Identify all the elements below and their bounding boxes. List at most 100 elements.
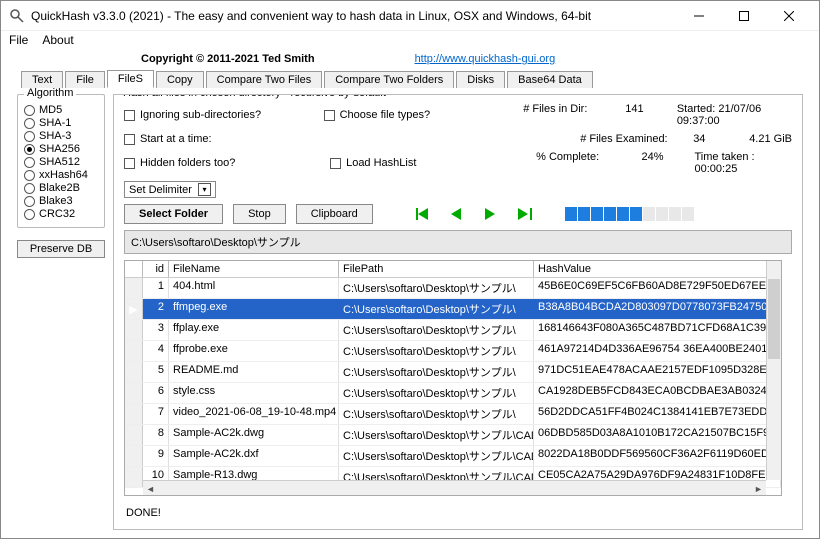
- algo-label: Blake2B: [39, 182, 80, 194]
- website-link[interactable]: http://www.quickhash-gui.org: [415, 53, 556, 65]
- start-time-label: Start at a time:: [140, 133, 212, 145]
- chevron-down-icon: ▾: [198, 183, 211, 196]
- table-row[interactable]: 4ffprobe.exeC:\Users\softaro\Desktop\サンプ…: [125, 341, 781, 362]
- close-button[interactable]: [766, 2, 811, 30]
- table-row[interactable]: 7video_2021-06-08_19-10-48.mp4C:\Users\s…: [125, 404, 781, 425]
- cell-filename: ffplay.exe: [169, 320, 339, 340]
- algo-radio-md5[interactable]: [24, 105, 35, 116]
- cell-hashvalue: 45B6E0C69EF5C6FB60AD8E729F50ED67EE2614F7…: [534, 278, 781, 298]
- algo-label: CRC32: [39, 208, 75, 220]
- cell-hashvalue: 971DC51EAE478ACAAE2157EDF1095D328E01391A…: [534, 362, 781, 382]
- table-row[interactable]: 9Sample-AC2k.dxfC:\Users\softaro\Desktop…: [125, 446, 781, 467]
- cell-id: 5: [143, 362, 169, 382]
- table-row[interactable]: 3ffplay.exeC:\Users\softaro\Desktop\サンプル…: [125, 320, 781, 341]
- col-filename-header[interactable]: FileName: [169, 261, 339, 277]
- tab-copy[interactable]: Copy: [156, 71, 204, 88]
- main-legend: Hash all files in chosen directory - rec…: [120, 94, 389, 99]
- clipboard-button[interactable]: Clipboard: [296, 204, 373, 224]
- tab-files[interactable]: FileS: [107, 70, 154, 88]
- tab-disks[interactable]: Disks: [456, 71, 505, 88]
- start-time-checkbox[interactable]: [124, 134, 135, 145]
- tab-compare-two-files[interactable]: Compare Two Files: [206, 71, 323, 88]
- tab-text[interactable]: Text: [21, 71, 63, 88]
- cell-filename: ffmpeg.exe: [169, 299, 339, 319]
- vertical-scrollbar[interactable]: [766, 261, 781, 480]
- col-id-header[interactable]: id: [143, 261, 169, 277]
- menu-about[interactable]: About: [42, 33, 73, 47]
- table-row[interactable]: 8Sample-AC2k.dwgC:\Users\softaro\Desktop…: [125, 425, 781, 446]
- hidden-folders-checkbox[interactable]: [124, 158, 135, 169]
- scroll-right-icon[interactable]: ►: [751, 481, 766, 496]
- hash-files-group: Hash all files in chosen directory - rec…: [113, 94, 803, 530]
- algo-radio-sha256[interactable]: [24, 144, 35, 155]
- load-hashlist-label: Load HashList: [346, 157, 416, 169]
- tab-file[interactable]: File: [65, 71, 105, 88]
- first-button[interactable]: [413, 207, 433, 221]
- delimiter-select[interactable]: Set Delimiter ▾: [124, 181, 216, 198]
- col-filepath-header[interactable]: FilePath: [339, 261, 534, 277]
- cell-id: 6: [143, 383, 169, 403]
- files-examined-label: # Files Examined:: [580, 133, 675, 145]
- status-text: DONE!: [124, 502, 792, 523]
- horizontal-scrollbar[interactable]: ◄ ►: [143, 480, 766, 495]
- cell-id: 9: [143, 446, 169, 466]
- stop-button[interactable]: Stop: [233, 204, 286, 224]
- algo-label: SHA-1: [39, 117, 71, 129]
- app-window: QuickHash v3.3.0 (2021) - The easy and c…: [0, 0, 820, 539]
- maximize-button[interactable]: [721, 2, 766, 30]
- choose-filetypes-checkbox[interactable]: [324, 110, 335, 121]
- menu-file[interactable]: File: [9, 33, 28, 47]
- files-in-dir-value: 141: [625, 103, 659, 127]
- row-marker: [125, 278, 143, 298]
- row-marker: [125, 341, 143, 361]
- ignore-subdirs-checkbox[interactable]: [124, 110, 135, 121]
- scroll-left-icon[interactable]: ◄: [143, 481, 158, 496]
- next-button[interactable]: [481, 207, 501, 221]
- hidden-folders-label: Hidden folders too?: [140, 157, 235, 169]
- algo-radio-sha512[interactable]: [24, 157, 35, 168]
- tab-compare-two-folders[interactable]: Compare Two Folders: [324, 71, 454, 88]
- progress-bar: [565, 207, 694, 221]
- table-row[interactable]: 1404.htmlC:\Users\softaro\Desktop\サンプル\4…: [125, 278, 781, 299]
- size-label: 4.21 GiB: [749, 133, 792, 145]
- algo-radio-sha-1[interactable]: [24, 118, 35, 129]
- row-marker: [125, 404, 143, 424]
- preserve-db-button[interactable]: Preserve DB: [17, 240, 105, 258]
- algo-radio-sha-3[interactable]: [24, 131, 35, 142]
- table-row[interactable]: 5README.mdC:\Users\softaro\Desktop\サンプル\…: [125, 362, 781, 383]
- algo-radio-crc32[interactable]: [24, 209, 35, 220]
- col-hashvalue-header[interactable]: HashValue: [534, 261, 781, 277]
- tab-base64-data[interactable]: Base64 Data: [507, 71, 593, 88]
- table-row[interactable]: 6style.cssC:\Users\softaro\Desktop\サンプル\…: [125, 383, 781, 404]
- table-row[interactable]: ▶2ffmpeg.exeC:\Users\softaro\Desktop\サンプ…: [125, 299, 781, 320]
- row-marker: ▶: [125, 299, 143, 319]
- results-table: id FileName FilePath HashValue 1404.html…: [124, 260, 782, 496]
- algorithm-group: Algorithm MD5SHA-1SHA-3SHA256SHA512xxHas…: [17, 94, 105, 228]
- algo-radio-blake3[interactable]: [24, 196, 35, 207]
- col-selector[interactable]: [125, 261, 143, 277]
- cell-filepath: C:\Users\softaro\Desktop\サンプル\: [339, 404, 534, 424]
- algo-label: SHA-3: [39, 130, 71, 142]
- select-folder-button[interactable]: Select Folder: [124, 204, 223, 224]
- minimize-button[interactable]: [676, 2, 721, 30]
- cell-filepath: C:\Users\softaro\Desktop\サンプル\: [339, 341, 534, 361]
- cell-filepath: C:\Users\softaro\Desktop\サンプル\CAD\: [339, 425, 534, 445]
- prev-button[interactable]: [447, 207, 467, 221]
- algo-radio-xxhash64[interactable]: [24, 170, 35, 181]
- folder-path: C:\Users\softaro\Desktop\サンプル: [124, 230, 792, 254]
- cell-filepath: C:\Users\softaro\Desktop\サンプル\: [339, 362, 534, 382]
- load-hashlist-checkbox[interactable]: [330, 158, 341, 169]
- cell-filename: Sample-AC2k.dwg: [169, 425, 339, 445]
- cell-hashvalue: 8022DA18B0DDF569560CF36A2F6119D60ED960B1…: [534, 446, 781, 466]
- cell-hashvalue: CA1928DEB5FCD843ECA0BCDBAE3AB03249236021…: [534, 383, 781, 403]
- cell-hashvalue: B38A8B04BCDA2D803097D0778073FB2475037587…: [534, 299, 781, 319]
- row-marker: [125, 446, 143, 466]
- cell-filename: README.md: [169, 362, 339, 382]
- algo-radio-blake2b[interactable]: [24, 183, 35, 194]
- algo-label: SHA512: [39, 156, 80, 168]
- last-button[interactable]: [515, 207, 535, 221]
- ignore-subdirs-label: Ignoring sub-directories?: [140, 109, 261, 121]
- tab-strip: TextFileFileSCopyCompare Two FilesCompar…: [1, 69, 819, 88]
- cell-hashvalue: 06DBD585D03A8A1010B172CA21507BC15F9D21B5…: [534, 425, 781, 445]
- app-icon: [9, 8, 25, 24]
